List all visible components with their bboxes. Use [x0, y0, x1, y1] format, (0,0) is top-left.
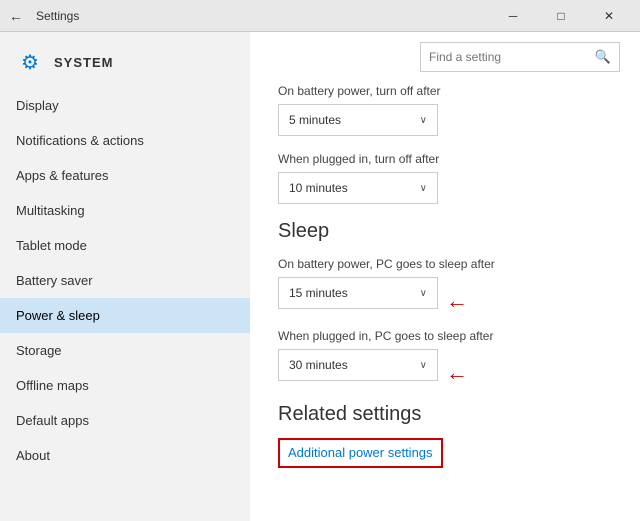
- annotation-arrow-1: ←: [446, 288, 468, 314]
- sidebar-item-multitasking[interactable]: Multitasking: [0, 193, 250, 228]
- plugged-screen-dropdown-arrow: ∨: [420, 183, 427, 194]
- additional-power-link-box: Additional power settings: [278, 438, 443, 468]
- maximize-button[interactable]: □: [538, 0, 584, 32]
- search-icon: 🔍: [595, 49, 611, 65]
- sleep-battery-label: On battery power, PC goes to sleep after: [278, 257, 612, 271]
- sleep-section: Sleep On battery power, PC goes to sleep…: [278, 220, 612, 397]
- sidebar-item-default[interactable]: Default apps: [0, 403, 250, 438]
- battery-screen-dropdown[interactable]: 5 minutes ∨: [278, 104, 438, 136]
- titlebar: ← Settings ─ □ ✕: [0, 0, 640, 32]
- screen-section: On battery power, turn off after 5 minut…: [278, 84, 612, 204]
- sidebar: ⚙ SYSTEM Display Notifications & actions…: [0, 32, 250, 521]
- content-area: 🔍 On battery power, turn off after 5 min…: [250, 32, 640, 521]
- search-input[interactable]: [429, 50, 595, 64]
- sidebar-header: ⚙ SYSTEM: [0, 32, 250, 88]
- sidebar-item-storage[interactable]: Storage: [0, 333, 250, 368]
- battery-screen-dropdown-arrow: ∨: [420, 115, 427, 126]
- minimize-button[interactable]: ─: [490, 0, 536, 32]
- annotation-arrow-2: ←: [446, 360, 468, 386]
- titlebar-title: Settings: [36, 9, 79, 23]
- sidebar-item-about[interactable]: About: [0, 438, 250, 473]
- sidebar-item-display[interactable]: Display: [0, 88, 250, 123]
- main-layout: ⚙ SYSTEM Display Notifications & actions…: [0, 32, 640, 521]
- content-body: On battery power, turn off after 5 minut…: [250, 80, 640, 521]
- sidebar-item-apps[interactable]: Apps & features: [0, 158, 250, 193]
- search-box[interactable]: 🔍: [420, 42, 620, 72]
- related-settings-section: Related settings Additional power settin…: [278, 403, 612, 468]
- sleep-battery-dropdown[interactable]: 15 minutes ∨: [278, 277, 438, 309]
- sleep-plugged-row: 30 minutes ∨ ←: [278, 349, 612, 397]
- content-header: 🔍: [250, 32, 640, 80]
- additional-power-link[interactable]: Additional power settings: [288, 445, 433, 460]
- sidebar-item-power[interactable]: Power & sleep: [0, 298, 250, 333]
- sleep-plugged-dropdown-arrow: ∨: [420, 360, 427, 371]
- battery-screen-label: On battery power, turn off after: [278, 84, 612, 98]
- plugged-screen-dropdown[interactable]: 10 minutes ∨: [278, 172, 438, 204]
- back-button[interactable]: ←: [4, 4, 28, 28]
- titlebar-left: ← Settings: [4, 4, 79, 28]
- plugged-screen-label: When plugged in, turn off after: [278, 152, 612, 166]
- sidebar-item-tablet[interactable]: Tablet mode: [0, 228, 250, 263]
- close-button[interactable]: ✕: [586, 0, 632, 32]
- titlebar-controls: ─ □ ✕: [490, 0, 632, 32]
- sleep-plugged-dropdown[interactable]: 30 minutes ∨: [278, 349, 438, 381]
- sleep-plugged-label: When plugged in, PC goes to sleep after: [278, 329, 612, 343]
- sleep-battery-row: 15 minutes ∨ ←: [278, 277, 612, 325]
- sidebar-title: SYSTEM: [54, 55, 113, 70]
- related-settings-title: Related settings: [278, 403, 612, 426]
- sidebar-item-notifications[interactable]: Notifications & actions: [0, 123, 250, 158]
- sidebar-item-battery[interactable]: Battery saver: [0, 263, 250, 298]
- sleep-title: Sleep: [278, 220, 612, 243]
- sidebar-item-offline[interactable]: Offline maps: [0, 368, 250, 403]
- system-icon: ⚙: [16, 48, 44, 76]
- sleep-battery-dropdown-arrow: ∨: [420, 288, 427, 299]
